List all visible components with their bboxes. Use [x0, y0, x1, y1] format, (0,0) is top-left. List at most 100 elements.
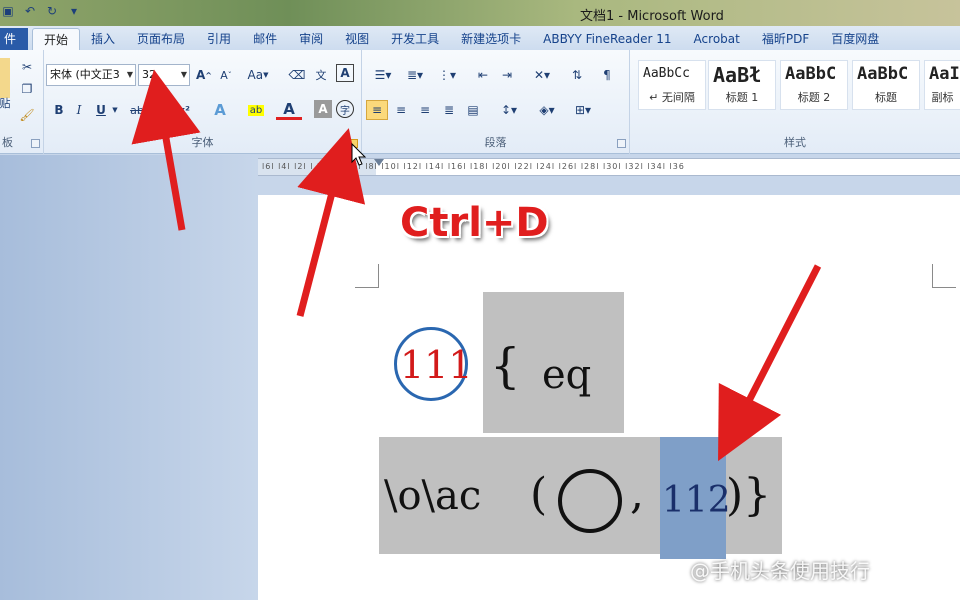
- clipboard-launcher-icon[interactable]: [31, 139, 40, 148]
- horizontal-ruler[interactable]: l6l l4l l2l l l2l l4l l6l l8l l10l l12l …: [258, 158, 960, 176]
- field-brace-open: {: [490, 338, 521, 394]
- style-title[interactable]: AaBbC 标题: [852, 60, 920, 110]
- chevron-down-icon[interactable]: ▼: [127, 65, 133, 85]
- change-case-button[interactable]: Aa ▼: [244, 64, 272, 86]
- tab-insert[interactable]: 插入: [80, 28, 126, 50]
- ribbon: 贴 ✂ ❐ 🖌 板 宋体 (中文正3 ▼ 32 ▼ A ^ Aˇ Aa ▼ ⌫ 文 …: [0, 50, 960, 154]
- tab-acrobat[interactable]: Acrobat: [683, 28, 751, 50]
- tab-foxit-pdf[interactable]: 福昕PDF: [751, 28, 820, 50]
- font-group-label: 字体: [191, 136, 214, 149]
- selected-number-text[interactable]: 112: [662, 480, 731, 521]
- style-sample: AaBbC: [857, 64, 909, 84]
- bullets-icon[interactable]: ☰▾: [368, 64, 398, 86]
- shading-icon[interactable]: ◈▾: [532, 100, 562, 120]
- font-color-icon[interactable]: A: [276, 100, 302, 120]
- style-name: 标题 2: [797, 91, 831, 104]
- indent-marker-icon[interactable]: [374, 159, 384, 166]
- paste-label[interactable]: 贴: [0, 96, 11, 110]
- highlight-icon[interactable]: ab: [242, 100, 270, 120]
- field-code-eq: eq: [542, 352, 592, 398]
- ruler-numbers: l6l l4l l2l l l2l l4l l6l l8l l10l l12l …: [262, 162, 685, 171]
- shortcut-annotation: Ctrl+D: [400, 200, 549, 246]
- style-sample: AaI: [929, 64, 960, 84]
- customize-qat-icon[interactable]: ▾: [66, 3, 82, 19]
- tab-baidu-netdisk[interactable]: 百度网盘: [820, 28, 890, 50]
- quick-access-toolbar: ▣ ↶ ↻ ▾: [0, 3, 82, 19]
- field-code-switch: \o\ac: [384, 473, 482, 519]
- italic-button[interactable]: I: [70, 100, 88, 120]
- tab-review[interactable]: 审阅: [288, 28, 334, 50]
- asian-layout-icon[interactable]: ✕▾: [528, 64, 556, 86]
- paragraph-group: ☰▾ ≣▾ ⋮▾ ⇤ ⇥ ✕▾ ⇅ ¶ ≡ ≡ ≡ ≣ ▤ ↕▾ ◈▾ ⊞▾ 段…: [362, 50, 630, 154]
- character-shading-icon[interactable]: A: [314, 100, 332, 118]
- paragraph-group-label: 段落: [484, 136, 507, 149]
- style-name: 副标: [931, 91, 954, 104]
- field-comma: ,: [630, 468, 644, 519]
- clear-format-icon[interactable]: ⌫: [286, 64, 308, 86]
- strikethrough-button[interactable]: abc: [128, 100, 152, 120]
- watermark: @手机头条使用技行: [690, 559, 870, 583]
- style-sample: AaBbC: [785, 64, 837, 84]
- superscript-button[interactable]: x²: [174, 100, 194, 120]
- shrink-font-button[interactable]: Aˇ: [216, 64, 236, 86]
- tab-view[interactable]: 视图: [334, 28, 380, 50]
- multilevel-list-icon[interactable]: ⋮▾: [432, 64, 462, 86]
- phonetic-guide-icon[interactable]: 文: [310, 64, 332, 86]
- circled-number-text: 111: [400, 343, 473, 387]
- font-dialog-launcher-icon[interactable]: [349, 139, 358, 148]
- style-sample: AaBł: [713, 63, 762, 87]
- format-painter-icon[interactable]: 🖌: [18, 106, 36, 124]
- numbering-icon[interactable]: ≣▾: [400, 64, 430, 86]
- cut-icon[interactable]: ✂: [18, 58, 36, 76]
- styles-group-label: 样式: [784, 136, 806, 149]
- paste-icon[interactable]: [0, 58, 10, 98]
- chevron-down-icon[interactable]: ▼: [181, 65, 187, 85]
- style-no-spacing[interactable]: AaBbCc ↵ 无间隔: [638, 60, 706, 110]
- tab-page-layout[interactable]: 页面布局: [126, 28, 196, 50]
- align-center-icon[interactable]: ≡: [390, 100, 412, 120]
- style-name: ↵ 无间隔: [649, 91, 695, 104]
- grow-font-button[interactable]: A ^: [194, 64, 214, 86]
- sort-icon[interactable]: ⇅: [566, 64, 588, 86]
- style-heading-2[interactable]: AaBbC 标题 2: [780, 60, 848, 110]
- style-name: 标题: [875, 91, 897, 104]
- tab-abbyy[interactable]: ABBYY FineReader 11: [532, 28, 682, 50]
- font-size-combo[interactable]: 32 ▼: [138, 64, 190, 86]
- copy-icon[interactable]: ❐: [18, 80, 36, 98]
- enclose-characters-icon[interactable]: 字: [336, 100, 354, 118]
- character-border-icon[interactable]: A: [336, 64, 354, 82]
- tab-developer[interactable]: 开发工具: [380, 28, 450, 50]
- tab-file[interactable]: 件: [0, 28, 28, 50]
- underline-dropdown-icon[interactable]: ▼: [110, 100, 120, 120]
- redo-icon[interactable]: ↻: [44, 3, 60, 19]
- field-paren-open: (: [530, 469, 548, 520]
- increase-indent-icon[interactable]: ⇥: [496, 64, 518, 86]
- text-effects-icon[interactable]: A: [208, 100, 232, 120]
- crop-mark-top-left: [355, 264, 379, 288]
- tab-home[interactable]: 开始: [32, 28, 81, 50]
- justify-icon[interactable]: ≣: [438, 100, 460, 120]
- save-icon[interactable]: ▣: [0, 3, 16, 19]
- align-right-icon[interactable]: ≡: [414, 100, 436, 120]
- align-left-icon[interactable]: ≡: [366, 100, 388, 120]
- decrease-indent-icon[interactable]: ⇤: [472, 64, 494, 86]
- line-spacing-icon[interactable]: ↕▾: [494, 100, 524, 120]
- undo-icon[interactable]: ↶: [22, 3, 38, 19]
- styles-group: ⁝ AaBbCc ↵ 无间隔 AaBł 标题 1 AaBbC 标题 2 AaBb…: [630, 50, 960, 154]
- title-bar: ▣ ↶ ↻ ▾ 文档1 - Microsoft Word: [0, 0, 960, 26]
- style-name: 标题 1: [725, 91, 759, 104]
- shrink-font-icon: A: [220, 68, 228, 82]
- show-marks-icon[interactable]: ¶: [596, 64, 618, 86]
- bold-button[interactable]: B: [50, 100, 68, 120]
- enclosure-circle-symbol: [558, 469, 622, 533]
- underline-button[interactable]: U: [92, 100, 110, 120]
- tab-references[interactable]: 引用: [196, 28, 242, 50]
- paragraph-launcher-icon[interactable]: [617, 139, 626, 148]
- style-heading-1[interactable]: AaBł 标题 1: [708, 60, 776, 110]
- style-subtitle[interactable]: AaI 副标: [924, 60, 960, 110]
- tab-new-tab[interactable]: 新建选项卡: [450, 28, 532, 50]
- font-name-combo[interactable]: 宋体 (中文正3 ▼: [46, 64, 136, 86]
- borders-icon[interactable]: ⊞▾: [568, 100, 598, 120]
- tab-mailings[interactable]: 邮件: [242, 28, 288, 50]
- distributed-icon[interactable]: ▤: [462, 100, 484, 120]
